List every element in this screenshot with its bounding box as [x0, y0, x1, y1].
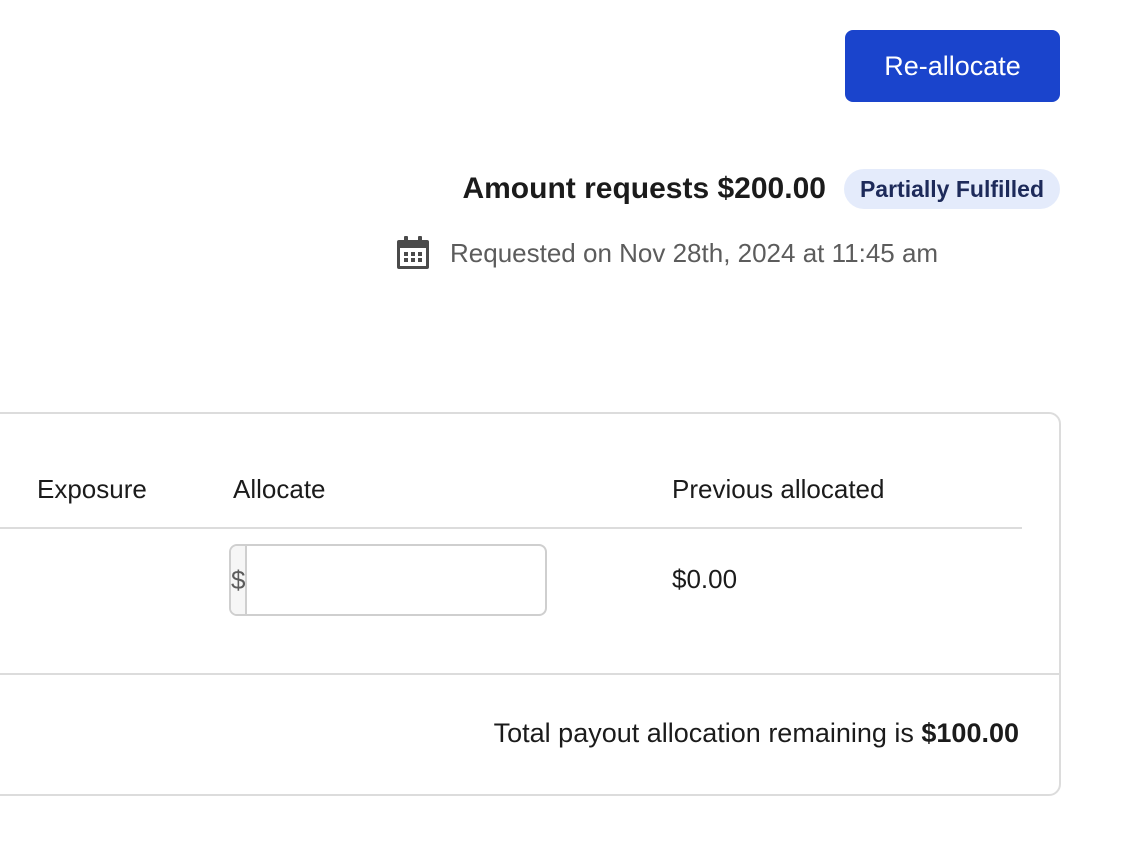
allocation-table: Exposure Allocate Previous allocated $ $…: [0, 412, 1061, 796]
footer-divider: [0, 673, 1059, 675]
column-header-previous-allocated: Previous allocated: [672, 474, 885, 504]
allocation-remaining-label: Total payout allocation remaining is: [493, 718, 922, 748]
allocate-amount-input[interactable]: [247, 546, 545, 614]
column-header-exposure: Exposure: [37, 474, 147, 504]
requested-date-row: Requested on Nov 28th, 2024 at 11:45 am: [396, 234, 938, 272]
currency-prefix: $: [231, 546, 248, 614]
reallocate-button[interactable]: Re-allocate: [845, 30, 1060, 102]
calendar-icon: [397, 236, 429, 269]
previous-allocated-value: $0.00: [672, 564, 738, 594]
allocate-amount-input-group: $: [229, 544, 547, 616]
requested-on-text: Requested on Nov 28th, 2024 at 11:45 am: [450, 237, 939, 268]
allocation-remaining-summary: Total payout allocation remaining is $10…: [494, 718, 1019, 749]
amount-request-header: Amount requests $200.00 Partially Fulfil…: [462, 169, 1060, 209]
amount-requested-title: Amount requests $200.00: [462, 172, 826, 205]
status-badge: Partially Fulfilled: [843, 169, 1060, 209]
column-header-allocate: Allocate: [233, 474, 326, 504]
header-divider: [0, 527, 1022, 529]
page: Re-allocate Amount requests $200.00 Part…: [0, 0, 1142, 864]
allocation-remaining-amount: $100.00: [921, 718, 1019, 748]
